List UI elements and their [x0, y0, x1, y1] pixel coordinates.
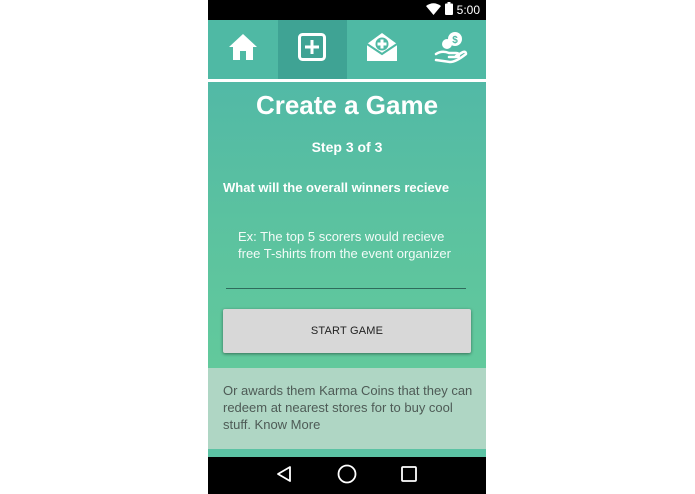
- reward-input-placeholder: Ex: The top 5 scorers would recieve free…: [238, 229, 451, 261]
- battery-icon: [444, 2, 453, 18]
- home-icon: [227, 32, 259, 67]
- start-game-button[interactable]: START GAME: [223, 309, 471, 353]
- reward-question-label: What will the overall winners recieve: [223, 180, 450, 195]
- home-button[interactable]: [336, 464, 358, 489]
- status-icons: 5:00: [425, 2, 480, 18]
- reward-input[interactable]: Ex: The top 5 scorers would recieve free…: [226, 226, 466, 289]
- system-nav-bar: [208, 457, 486, 494]
- page-title: Create a Game: [255, 90, 439, 120]
- nav-invitations-tab[interactable]: [347, 20, 417, 79]
- step-indicator: Step 3 of 3: [311, 139, 383, 155]
- recents-icon: [400, 465, 418, 488]
- mail-plus-icon: [365, 31, 399, 68]
- bottom-accent-strip: [208, 449, 486, 457]
- create-game-form: Create a Game Step 3 of 3 What will the …: [208, 82, 486, 368]
- nav-home-tab[interactable]: [208, 20, 278, 79]
- home-circle-icon: [337, 464, 357, 489]
- plus-box-icon: [297, 32, 327, 67]
- svg-text:$: $: [452, 35, 458, 46]
- phone-screen: 5:00 $ Create a Game Step 3 of 3 What wi…: [208, 0, 486, 494]
- nav-create-game-tab[interactable]: [277, 20, 347, 79]
- karma-info-text[interactable]: Or awards them Karma Coins that they can…: [223, 382, 475, 433]
- coins-hand-icon: $: [434, 30, 468, 69]
- back-icon: [275, 465, 293, 488]
- karma-info-panel: Or awards them Karma Coins that they can…: [208, 368, 486, 449]
- recents-button[interactable]: [398, 465, 420, 487]
- top-nav-bar: $: [208, 20, 486, 79]
- back-button[interactable]: [273, 465, 295, 487]
- status-bar: 5:00: [208, 0, 486, 20]
- status-time: 5:00: [456, 3, 480, 17]
- nav-karma-coins-tab[interactable]: $: [417, 20, 487, 79]
- wifi-icon: [425, 2, 441, 18]
